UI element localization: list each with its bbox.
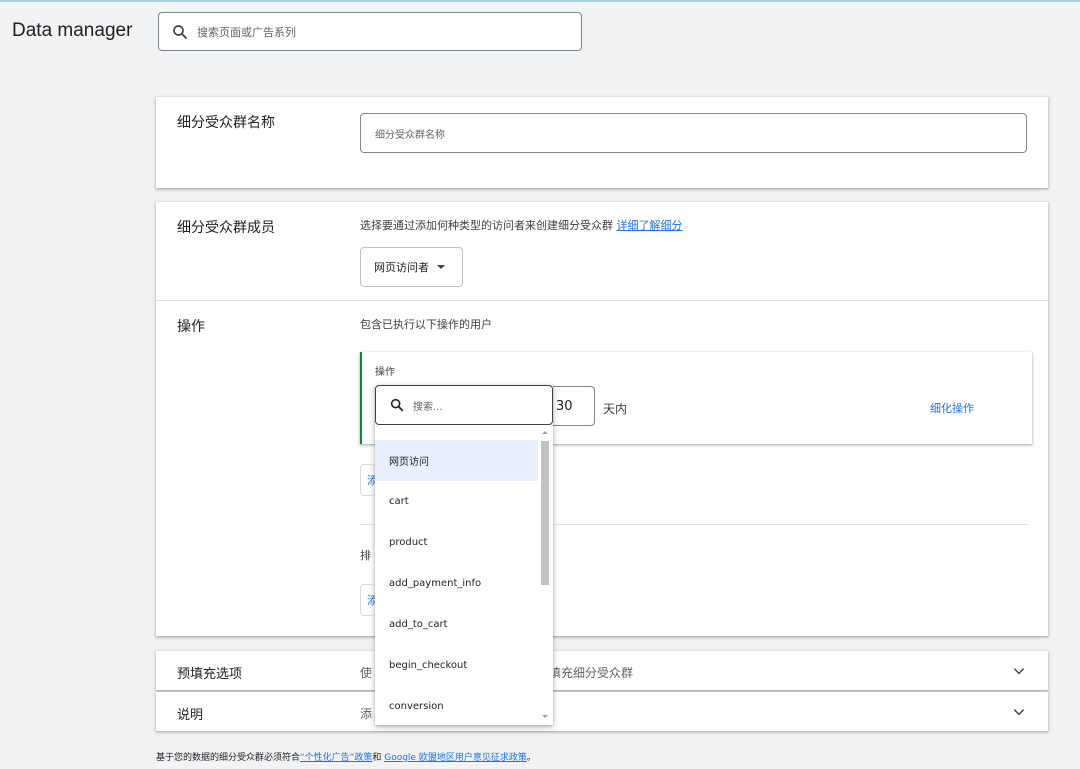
- action-dropdown-menu: 搜索... 网页访问 cart product add_payment_info…: [375, 385, 553, 725]
- dropdown-option[interactable]: add_to_cart: [375, 604, 538, 645]
- notes-label: 说明: [177, 708, 204, 723]
- dropdown-search-placeholder: 搜索...: [413, 401, 443, 413]
- dropdown-option[interactable]: 网页访问: [375, 440, 538, 481]
- refine-action-link[interactable]: 细化操作: [930, 400, 974, 416]
- exclude-label: 排: [360, 549, 371, 562]
- notes-description-start: 添: [360, 707, 373, 721]
- chevron-down-icon[interactable]: [1012, 705, 1026, 719]
- segment-name-input[interactable]: 细分受众群名称: [360, 113, 1027, 153]
- search-placeholder: 搜索页面或广告系列: [197, 25, 296, 39]
- scroll-up-arrow-icon[interactable]: [542, 431, 548, 434]
- segment-name-label: 细分受众群名称: [177, 115, 275, 131]
- prefill-label: 预填充选项: [177, 667, 243, 682]
- app-title: Data manager: [12, 20, 133, 41]
- learn-more-link[interactable]: 详细了解细分: [617, 219, 683, 232]
- actions-label: 操作: [177, 319, 205, 335]
- segment-members-card: 细分受众群成员 选择要通过添加何种类型的访问者来创建细分受众群 详细了解细分 网…: [156, 202, 1048, 636]
- personalized-ads-policy-link[interactable]: “个性化广告”政策: [300, 753, 372, 763]
- segment-name-card: 细分受众群名称 细分受众群名称: [156, 97, 1048, 188]
- scroll-down-arrow-icon[interactable]: [542, 715, 548, 718]
- footer-period: 。: [526, 753, 536, 763]
- prefill-description-start: 使: [360, 666, 373, 680]
- policy-footer: 基于您的数据的细分受众群必须符合“个性化广告”政策和 Google 欧盟地区用户…: [156, 750, 536, 763]
- days-suffix: 天内: [603, 402, 628, 416]
- segment-name-placeholder: 细分受众群名称: [375, 129, 445, 141]
- action-box-label: 操作: [375, 367, 395, 378]
- add-exclusion-button[interactable]: 添: [360, 584, 376, 616]
- add-action-button[interactable]: 添: [360, 464, 376, 496]
- dropdown-option[interactable]: product: [375, 522, 538, 563]
- prefill-description-end: 填充细分受众群: [549, 666, 634, 680]
- search-icon: [390, 398, 404, 412]
- dropdown-option[interactable]: cart: [375, 481, 538, 522]
- dropdown-option[interactable]: add_payment_info: [375, 563, 538, 604]
- members-description: 选择要通过添加何种类型的访问者来创建细分受众群 详细了解细分: [360, 217, 683, 233]
- eu-consent-policy-link[interactable]: Google 欧盟地区用户意见征求政策: [384, 753, 527, 763]
- dropdown-option[interactable]: begin_checkout: [375, 645, 538, 686]
- footer-text: 基于您的数据的细分受众群必须符合: [156, 753, 301, 763]
- notes-row[interactable]: 说明 添: [156, 692, 1048, 731]
- scrollbar-thumb[interactable]: [541, 441, 549, 585]
- search-icon: [173, 24, 187, 39]
- section-divider: [156, 300, 1048, 301]
- dropdown-search-input[interactable]: 搜索...: [375, 385, 553, 425]
- days-value: 30: [556, 398, 573, 414]
- chevron-down-icon[interactable]: [1012, 664, 1026, 678]
- prefill-options-row[interactable]: 预填充选项 使 填充细分受众群: [156, 651, 1048, 690]
- days-input[interactable]: 30: [549, 386, 595, 426]
- page-search-input[interactable]: 搜索页面或广告系列: [158, 12, 582, 51]
- footer-text-and: 和: [372, 753, 385, 763]
- top-border: [0, 0, 1080, 2]
- actions-description: 包含已执行以下操作的用户: [360, 318, 492, 331]
- visitor-type-dropdown[interactable]: 网页访问者: [360, 247, 463, 287]
- segment-members-label: 细分受众群成员: [177, 220, 275, 236]
- members-description-text: 选择要通过添加何种类型的访问者来创建细分受众群: [360, 219, 613, 232]
- dropdown-option-list: 网页访问 cart product add_payment_info add_t…: [375, 440, 538, 727]
- caret-down-icon: [437, 265, 445, 269]
- visitor-type-value: 网页访问者: [374, 261, 429, 274]
- dropdown-option[interactable]: conversion: [375, 686, 538, 727]
